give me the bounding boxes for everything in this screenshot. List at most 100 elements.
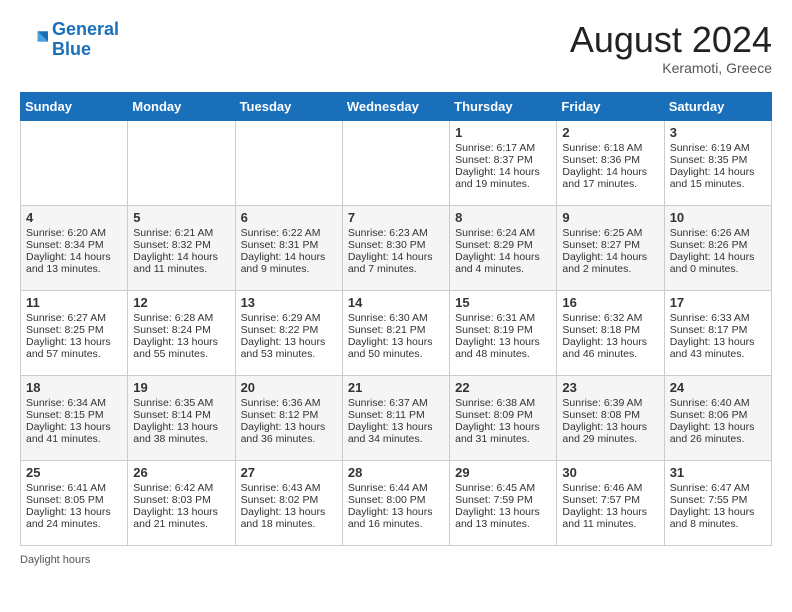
calendar-cell: [21, 120, 128, 205]
day-info-line: Daylight: 13 hours and 50 minutes.: [348, 336, 444, 360]
day-info-line: Sunset: 8:14 PM: [133, 409, 229, 421]
calendar-cell: 14Sunrise: 6:30 AMSunset: 8:21 PMDayligh…: [342, 290, 449, 375]
day-info-line: Sunset: 8:35 PM: [670, 154, 766, 166]
day-info-line: Daylight: 13 hours and 38 minutes.: [133, 421, 229, 445]
calendar-cell: 19 Sunrise: 6:35 AMSunset: 8:14 PMDayligh…: [128, 375, 235, 460]
day-info-line: Sunrise: 6:44 AM: [348, 482, 444, 494]
calendar-cell: 11Sunrise: 6:27 AMSunset: 8:25 PMDayligh…: [21, 290, 128, 375]
day-info-line: Daylight: 14 hours and 7 minutes.: [348, 251, 444, 275]
day-info-line: Daylight: 14 hours and 0 minutes.: [670, 251, 766, 275]
calendar-week-row: 11Sunrise: 6:27 AMSunset: 8:25 PMDayligh…: [21, 290, 772, 375]
calendar-cell: 30Sunrise: 6:46 AMSunset: 7:57 PMDayligh…: [557, 460, 664, 545]
day-info-line: Sunrise: 6:34 AM: [26, 397, 122, 409]
day-info-line: Sunrise: 6:45 AM: [455, 482, 551, 494]
day-info-line: Sunrise: 6:23 AM: [348, 227, 444, 239]
day-number: 14: [348, 295, 444, 310]
day-info-line: Sunset: 8:21 PM: [348, 324, 444, 336]
day-info-line: Daylight: 13 hours and 24 minutes.: [26, 506, 122, 530]
day-info-line: Sunrise: 6:27 AM: [26, 312, 122, 324]
day-info-line: Sunrise: 6:46 AM: [562, 482, 658, 494]
day-info-line: Sunrise: 6:21 AM: [133, 227, 229, 239]
day-info-line: Sunset: 8:32 PM: [133, 239, 229, 251]
day-info-line: Sunset: 7:57 PM: [562, 494, 658, 506]
day-number: 17: [670, 295, 766, 310]
day-of-week-header: SundayMondayTuesdayWednesdayThursdayFrid…: [21, 92, 772, 120]
day-info-line: Daylight: 14 hours and 4 minutes.: [455, 251, 551, 275]
day-info-line: Sunrise: 6:40 AM: [670, 397, 766, 409]
day-info-line: Sunset: 8:19 PM: [455, 324, 551, 336]
day-number: 31: [670, 465, 766, 480]
day-number: 29: [455, 465, 551, 480]
calendar-cell: [342, 120, 449, 205]
calendar-cell: 22Sunrise: 6:38 AMSunset: 8:09 PMDayligh…: [450, 375, 557, 460]
calendar-cell: [128, 120, 235, 205]
calendar-week-row: 25Sunrise: 6:41 AMSunset: 8:05 PMDayligh…: [21, 460, 772, 545]
calendar-cell: 15Sunrise: 6:31 AMSunset: 8:19 PMDayligh…: [450, 290, 557, 375]
day-info-line: Sunset: 8:03 PM: [133, 494, 229, 506]
day-info-line: Sunrise: 6:24 AM: [455, 227, 551, 239]
day-info-line: Daylight: 14 hours and 11 minutes.: [133, 251, 229, 275]
day-number: 8: [455, 210, 551, 225]
day-info-line: Sunset: 8:25 PM: [26, 324, 122, 336]
footer-note: Daylight hours: [20, 554, 772, 566]
day-of-week-cell: Thursday: [450, 92, 557, 120]
calendar-cell: 5Sunrise: 6:21 AMSunset: 8:32 PMDaylight…: [128, 205, 235, 290]
page-header: General Blue August 2024 Keramoti, Greec…: [20, 20, 772, 76]
day-of-week-cell: Tuesday: [235, 92, 342, 120]
calendar-cell: 25Sunrise: 6:41 AMSunset: 8:05 PMDayligh…: [21, 460, 128, 545]
day-number: 25: [26, 465, 122, 480]
day-info-line: Daylight: 13 hours and 11 minutes.: [562, 506, 658, 530]
calendar-cell: 28Sunrise: 6:44 AMSunset: 8:00 PMDayligh…: [342, 460, 449, 545]
day-info-line: Sunset: 8:15 PM: [26, 409, 122, 421]
day-info-line: Sunset: 8:37 PM: [455, 154, 551, 166]
day-of-week-cell: Saturday: [664, 92, 771, 120]
day-of-week-cell: Monday: [128, 92, 235, 120]
day-info-line: Sunset: 8:29 PM: [455, 239, 551, 251]
day-number: 10: [670, 210, 766, 225]
day-info-line: Sunset: 8:05 PM: [26, 494, 122, 506]
day-number: 20: [241, 380, 337, 395]
calendar-week-row: 4Sunrise: 6:20 AMSunset: 8:34 PMDaylight…: [21, 205, 772, 290]
day-info-line: Daylight: 13 hours and 18 minutes.: [241, 506, 337, 530]
calendar-cell: 13Sunrise: 6:29 AMSunset: 8:22 PMDayligh…: [235, 290, 342, 375]
day-info-line: Sunrise: 6:20 AM: [26, 227, 122, 239]
calendar-cell: 10Sunrise: 6:26 AMSunset: 8:26 PMDayligh…: [664, 205, 771, 290]
logo-text: General Blue: [52, 20, 119, 60]
day-info-line: Sunset: 7:55 PM: [670, 494, 766, 506]
day-info-line: Sunset: 8:12 PM: [241, 409, 337, 421]
day-info-line: Daylight: 13 hours and 55 minutes.: [133, 336, 229, 360]
day-number: 19: [133, 380, 229, 395]
day-info-line: Sunrise: 6:47 AM: [670, 482, 766, 494]
day-number: 7: [348, 210, 444, 225]
calendar-cell: 2Sunrise: 6:18 AMSunset: 8:36 PMDaylight…: [557, 120, 664, 205]
calendar-cell: [235, 120, 342, 205]
day-info-line: Sunset: 8:02 PM: [241, 494, 337, 506]
day-info-line: Sunrise: 6:29 AM: [241, 312, 337, 324]
day-info-line: Sunrise: 6:33 AM: [670, 312, 766, 324]
day-number: 28: [348, 465, 444, 480]
day-info-line: Sunset: 8:06 PM: [670, 409, 766, 421]
logo: General Blue: [20, 20, 119, 60]
day-number: 22: [455, 380, 551, 395]
day-number: 2: [562, 125, 658, 140]
day-info-line: Sunrise: 6:25 AM: [562, 227, 658, 239]
calendar-cell: 23Sunrise: 6:39 AMSunset: 8:08 PMDayligh…: [557, 375, 664, 460]
day-info-line: Sunrise: 6:35 AM: [133, 397, 229, 409]
day-number: 13: [241, 295, 337, 310]
day-info-line: Daylight: 13 hours and 48 minutes.: [455, 336, 551, 360]
calendar-cell: 24Sunrise: 6:40 AMSunset: 8:06 PMDayligh…: [664, 375, 771, 460]
day-info-line: Sunset: 8:17 PM: [670, 324, 766, 336]
calendar-cell: 21Sunrise: 6:37 AMSunset: 8:11 PMDayligh…: [342, 375, 449, 460]
day-info-line: Daylight: 14 hours and 9 minutes.: [241, 251, 337, 275]
day-number: 18: [26, 380, 122, 395]
location: Keramoti, Greece: [570, 60, 772, 76]
day-info-line: Sunrise: 6:36 AM: [241, 397, 337, 409]
day-info-line: Sunset: 8:27 PM: [562, 239, 658, 251]
day-number: 23: [562, 380, 658, 395]
day-info-line: Sunset: 8:31 PM: [241, 239, 337, 251]
day-info-line: Sunrise: 6:37 AM: [348, 397, 444, 409]
day-number: 15: [455, 295, 551, 310]
day-number: 9: [562, 210, 658, 225]
day-info-line: Sunrise: 6:19 AM: [670, 142, 766, 154]
calendar-cell: 27Sunrise: 6:43 AMSunset: 8:02 PMDayligh…: [235, 460, 342, 545]
